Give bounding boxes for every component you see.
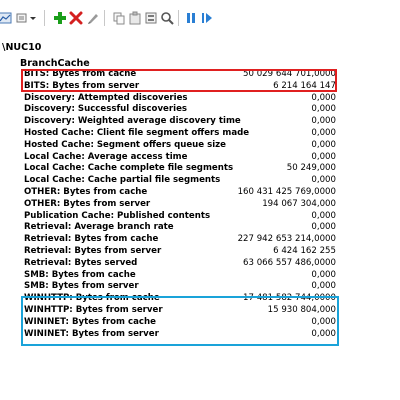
toolbar-separator [178,10,179,26]
counter-row[interactable]: Discovery: Successful discoveries 0,000 [22,104,342,116]
counter-name: Retrieval: Bytes from server [24,245,162,256]
counter-row[interactable]: Hosted Cache: Client file segment offers… [22,128,342,140]
counter-value: 0,000 [311,210,336,221]
performance-monitor-report-view: \NUC10 BranchCache BITS: Bytes from cach… [0,0,400,400]
counter-name: Discovery: Weighted average discovery ti… [24,116,241,127]
counter-name: OTHER: Bytes from cache [24,186,148,197]
counter-name: Discovery: Successful discoveries [24,104,188,115]
highlight-icon[interactable] [86,11,100,25]
counter-value: 160 431 425 769,0000 [237,186,336,197]
counter-value: 6 424 162 255 [273,245,336,256]
counter-value: 0,000 [311,269,336,280]
bits-highlight-box [21,69,337,92]
counter-row[interactable]: Local Cache: Cache partial file segments… [22,175,342,187]
counter-row[interactable]: OTHER: Bytes from server 194 067 304,000 [22,199,342,211]
counter-row[interactable]: Retrieval: Bytes from server 6 424 162 25… [22,246,342,258]
counter-value: 0,000 [311,104,336,115]
counter-name: OTHER: Bytes from server [24,198,151,209]
counter-name: Local Cache: Cache complete file segment… [24,163,234,174]
counter-value: 227 942 653 214,0000 [237,234,336,245]
change-graph-type-icon[interactable] [16,11,30,25]
freeze-display-icon[interactable] [184,11,198,25]
performance-object-name: BranchCache [20,58,90,69]
counter-value: 50 249,000 [286,163,336,174]
counter-row[interactable]: SMB: Bytes from server 0,000 [22,281,342,293]
counter-value: 194 067 304,000 [262,198,336,209]
counter-value: 0,000 [311,127,336,138]
counter-name: Retrieval: Bytes from cache [24,234,159,245]
counter-row[interactable]: Local Cache: Average access time 0,000 [22,152,342,164]
toolbar-separator [44,10,45,26]
delete-counter-icon[interactable] [69,11,83,25]
counter-name: Retrieval: Average branch rate [24,222,174,233]
add-counter-icon[interactable] [53,11,67,25]
counter-value: 0,000 [311,151,336,162]
counter-value: 0,000 [311,92,336,103]
properties-icon[interactable] [144,11,158,25]
toolbar [0,8,400,28]
counter-value: 0,000 [311,139,336,150]
counter-row[interactable]: Discovery: Weighted average discovery ti… [22,116,342,128]
counter-row[interactable]: Discovery: Attempted discoveries 0,000 [22,93,342,105]
counter-row[interactable]: Retrieval: Bytes from cache 227 942 653 2… [22,234,342,246]
counter-row[interactable]: Hosted Cache: Segment offers queue size 0… [22,140,342,152]
counter-row[interactable]: SMB: Bytes from cache 0,000 [22,270,342,282]
counter-name: Publication Cache: Published contents [24,210,211,221]
counter-row[interactable]: Publication Cache: Published contents 0,0… [22,211,342,223]
counter-value: 0,000 [311,175,336,186]
view-graph-icon[interactable] [0,11,12,25]
counter-value: 63 066 557 486,0000 [243,257,336,268]
zoom-icon[interactable] [160,11,174,25]
counter-value: 0,000 [311,222,336,233]
counter-name: Retrieval: Bytes served [24,257,138,268]
counter-name: SMB: Bytes from cache [24,269,136,280]
toolbar-separator [104,10,105,26]
counter-value: 0,000 [311,116,336,127]
counter-value: 0,000 [311,281,336,292]
counter-row[interactable]: OTHER: Bytes from cache 160 431 425 769,0… [22,187,342,199]
update-data-icon[interactable] [200,11,214,25]
counter-row[interactable]: Retrieval: Average branch rate 0,000 [22,222,342,234]
counter-name: Hosted Cache: Client file segment offers… [24,127,250,138]
counter-row[interactable]: Local Cache: Cache complete file segment… [22,163,342,175]
counter-name: Local Cache: Average access time [24,151,188,162]
counter-name: Discovery: Attempted discoveries [24,92,188,103]
copy-properties-icon[interactable] [112,11,126,25]
paste-counter-list-icon[interactable] [128,11,142,25]
counter-name: Local Cache: Cache partial file segments [24,175,221,186]
wininet-winhttp-highlight-box [21,296,339,346]
counter-name: Hosted Cache: Segment offers queue size [24,139,227,150]
chevron-down-icon[interactable] [29,11,37,25]
computer-name: \NUC10 [2,42,42,53]
counter-name: SMB: Bytes from server [24,281,139,292]
counter-row[interactable]: Retrieval: Bytes served 63 066 557 486,00… [22,258,342,270]
